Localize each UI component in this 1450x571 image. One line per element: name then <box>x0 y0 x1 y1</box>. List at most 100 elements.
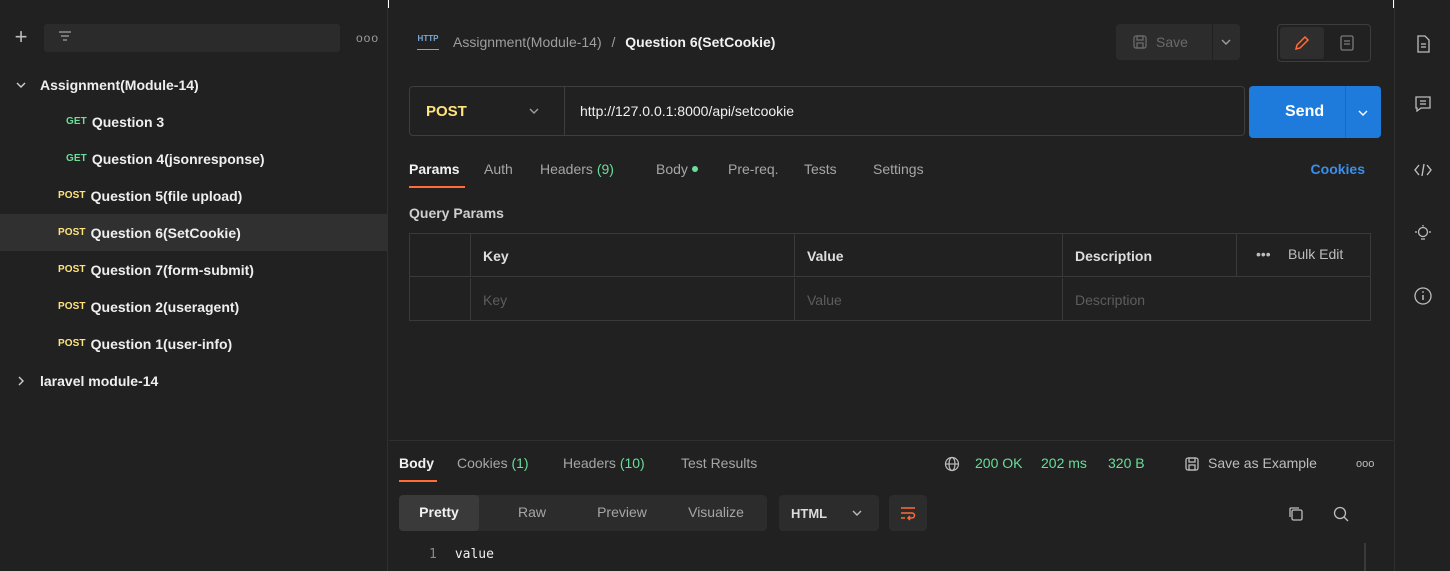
wrap-lines-button[interactable] <box>889 495 927 531</box>
request-workspace: HTTP Assignment(Module-14) / Question 6(… <box>389 0 1393 571</box>
tab-body-label: Body <box>656 161 688 177</box>
collection-name: Assignment(Module-14) <box>40 76 199 93</box>
send-button[interactable]: Send <box>1249 86 1381 138</box>
document-icon <box>1340 35 1354 51</box>
request-item[interactable]: POST Question 7(form-submit) <box>0 251 388 288</box>
add-icon[interactable]: + <box>10 26 32 48</box>
query-params-title: Query Params <box>409 205 504 221</box>
sidebar-toolbar: + ooo <box>8 24 380 54</box>
response-tab-headers-label: Headers <box>563 455 616 471</box>
send-label: Send <box>1285 103 1325 120</box>
method-badge: GET <box>66 116 87 127</box>
chevron-right-icon[interactable] <box>14 374 28 388</box>
globe-icon[interactable] <box>944 456 960 472</box>
request-item[interactable]: POST Question 1(user-info) <box>0 325 388 362</box>
collections-sidebar: + ooo Assignment(Module-14) GET Question… <box>0 0 388 571</box>
method-badge: POST <box>58 264 86 275</box>
line-number: 1 <box>429 547 437 562</box>
tab-settings[interactable]: Settings <box>873 161 924 177</box>
collection-laravel-module-14[interactable]: laravel module-14 <box>0 362 388 399</box>
method-badge: GET <box>66 153 87 164</box>
cookies-link[interactable]: Cookies <box>1311 161 1365 177</box>
key-input[interactable]: Key <box>470 278 794 321</box>
view-mode-toggle <box>1277 24 1371 62</box>
tab-params[interactable]: Params <box>409 161 460 177</box>
info-icon[interactable] <box>1413 286 1433 306</box>
checkbox-cell[interactable] <box>410 278 470 321</box>
code-icon[interactable] <box>1413 160 1433 180</box>
view-pretty[interactable]: Pretty <box>399 495 479 531</box>
request-item[interactable]: GET Question 4(jsonresponse) <box>0 140 388 177</box>
table-row: Key Value Description <box>410 278 1370 321</box>
checkbox-column <box>410 234 470 277</box>
bulk-edit-button[interactable]: Bulk Edit <box>1288 246 1343 262</box>
search-icon[interactable] <box>1332 505 1350 523</box>
active-tab-indicator <box>399 480 437 482</box>
lightbulb-icon[interactable] <box>1413 224 1433 244</box>
more-options-icon[interactable]: ooo <box>1356 458 1374 470</box>
collection-name: laravel module-14 <box>40 372 159 389</box>
http-icon: HTTP <box>417 34 439 50</box>
chevron-down-icon[interactable] <box>1220 36 1232 48</box>
more-options-icon[interactable]: ooo <box>356 31 379 45</box>
request-name: Question 4(jsonresponse) <box>91 150 265 167</box>
chevron-down-icon[interactable] <box>1357 107 1369 119</box>
breadcrumb: Assignment(Module-14) / Question 6(SetCo… <box>453 34 775 50</box>
request-name: Question 3 <box>91 113 165 130</box>
response-tab-test-results[interactable]: Test Results <box>681 455 757 471</box>
method-badge: POST <box>58 338 86 349</box>
tab-tests[interactable]: Tests <box>804 161 837 177</box>
tab-body[interactable]: Body <box>656 161 698 177</box>
request-item-selected[interactable]: POST Question 6(SetCookie) <box>0 214 388 251</box>
tab-prereq[interactable]: Pre-req. <box>728 161 779 177</box>
more-icon[interactable]: ••• <box>1256 246 1271 262</box>
right-sidebar <box>1394 0 1450 571</box>
request-url-bar: POST http://127.0.0.1:8000/api/setcookie… <box>409 86 1381 138</box>
format-select[interactable]: HTML <box>779 495 879 531</box>
response-time[interactable]: 202 ms <box>1041 455 1087 471</box>
response-tab-headers[interactable]: Headers (10) <box>563 455 645 471</box>
request-tabs: Params Auth Headers (9) Body Pre-req. Te… <box>409 161 1375 191</box>
chevron-down-icon[interactable] <box>14 78 28 92</box>
description-input[interactable]: Description <box>1062 278 1370 321</box>
value-input[interactable]: Value <box>794 278 1090 321</box>
save-label: Save <box>1156 34 1188 50</box>
response-tab-cookies[interactable]: Cookies (1) <box>457 455 529 471</box>
documentation-mode-button[interactable] <box>1326 27 1368 59</box>
tab-auth[interactable]: Auth <box>484 161 513 177</box>
breadcrumb-current[interactable]: Question 6(SetCookie) <box>625 34 775 50</box>
wrap-lines-icon <box>901 507 916 521</box>
response-tab-body[interactable]: Body <box>399 455 434 471</box>
view-raw[interactable]: Raw <box>489 495 575 531</box>
method-select[interactable]: POST <box>426 103 467 120</box>
chevron-down-icon[interactable] <box>528 105 540 117</box>
line-text: value <box>454 547 494 562</box>
format-label: HTML <box>791 506 828 521</box>
url-input[interactable]: http://127.0.0.1:8000/api/setcookie <box>580 103 794 119</box>
request-header: HTTP Assignment(Module-14) / Question 6(… <box>389 24 1393 62</box>
status-code[interactable]: 200 OK <box>975 455 1022 471</box>
response-view-selector: Pretty Raw Preview Visualize <box>399 495 767 531</box>
tab-headers-label: Headers <box>540 161 593 177</box>
view-visualize[interactable]: Visualize <box>669 495 763 531</box>
view-preview[interactable]: Preview <box>575 495 669 531</box>
request-name: Question 1(user-info) <box>90 335 233 352</box>
save-as-example-button[interactable]: Save as Example <box>1208 455 1317 471</box>
comments-icon[interactable] <box>1413 94 1433 114</box>
response-size[interactable]: 320 B <box>1108 455 1145 471</box>
chevron-down-icon <box>852 510 862 516</box>
tab-headers[interactable]: Headers (9) <box>540 161 614 177</box>
method-badge: POST <box>58 227 86 238</box>
filter-input[interactable] <box>44 24 340 52</box>
breadcrumb-parent[interactable]: Assignment(Module-14) <box>453 34 602 50</box>
collection-assignment-module-14[interactable]: Assignment(Module-14) <box>0 66 388 103</box>
request-item[interactable]: GET Question 3 <box>0 103 388 140</box>
request-item[interactable]: POST Question 5(file upload) <box>0 177 388 214</box>
request-item[interactable]: POST Question 2(useragent) <box>0 288 388 325</box>
copy-icon[interactable] <box>1287 505 1305 523</box>
documentation-icon[interactable] <box>1413 34 1433 54</box>
headers-count: (10) <box>619 455 645 471</box>
save-button[interactable]: Save <box>1116 24 1240 60</box>
edit-mode-button[interactable] <box>1280 27 1324 59</box>
scrollbar[interactable] <box>1364 543 1366 571</box>
